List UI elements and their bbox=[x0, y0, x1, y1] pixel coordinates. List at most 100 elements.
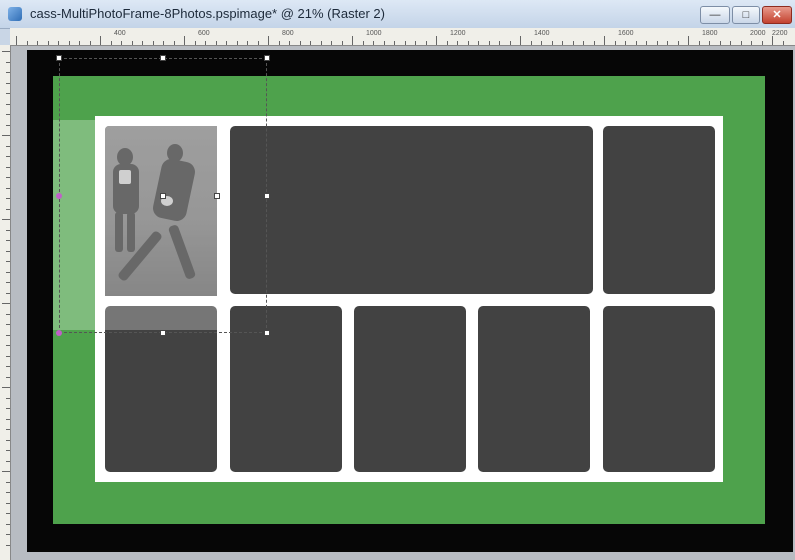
ruler-tick bbox=[321, 41, 322, 45]
resize-handle[interactable] bbox=[264, 55, 270, 61]
ruler-label: 1400 bbox=[534, 30, 550, 37]
ruler-tick bbox=[6, 513, 10, 514]
ruler-tick bbox=[6, 419, 10, 420]
close-icon: ✕ bbox=[772, 9, 782, 21]
ruler-tick bbox=[2, 303, 10, 304]
ruler-tick bbox=[489, 41, 490, 45]
ruler-tick bbox=[153, 41, 154, 45]
ruler-tick bbox=[510, 41, 511, 45]
resize-handle[interactable] bbox=[160, 55, 166, 61]
ruler-tick bbox=[447, 41, 448, 45]
ruler-tick bbox=[2, 387, 10, 388]
ruler-tick bbox=[48, 41, 49, 45]
ruler-tick bbox=[6, 272, 10, 273]
ruler-tick bbox=[625, 41, 626, 45]
ruler-tick bbox=[2, 219, 10, 220]
ruler-tick bbox=[783, 41, 784, 45]
ruler-tick bbox=[174, 41, 175, 45]
ruler-tick bbox=[6, 492, 10, 493]
maximize-button[interactable]: □ bbox=[732, 6, 760, 24]
ruler-tick bbox=[6, 240, 10, 241]
ruler-tick bbox=[268, 36, 269, 45]
canvas-workspace[interactable] bbox=[11, 46, 795, 560]
ruler-tick bbox=[6, 524, 10, 525]
ruler-tick bbox=[468, 41, 469, 45]
photo-slot-3[interactable] bbox=[603, 126, 715, 294]
resize-handle[interactable] bbox=[160, 330, 166, 336]
ruler-tick bbox=[237, 41, 238, 45]
minimize-icon: — bbox=[709, 9, 721, 21]
ruler-tick bbox=[142, 41, 143, 45]
ruler-tick bbox=[342, 41, 343, 45]
ruler-tick bbox=[6, 429, 10, 430]
resize-handle[interactable] bbox=[56, 55, 62, 61]
ruler-tick bbox=[2, 471, 10, 472]
center-handle[interactable] bbox=[160, 193, 166, 199]
rotate-handle[interactable] bbox=[56, 193, 62, 199]
ruler-tick bbox=[6, 408, 10, 409]
ruler-tick bbox=[163, 41, 164, 45]
ruler-tick bbox=[751, 41, 752, 45]
ruler-tick bbox=[573, 41, 574, 45]
title-bar: cass-MultiPhotoFrame-8Photos.pspimage* @… bbox=[0, 0, 795, 29]
ruler-tick bbox=[27, 41, 28, 45]
ruler-tick bbox=[6, 534, 10, 535]
ruler-tick bbox=[499, 41, 500, 45]
ruler-tick bbox=[195, 41, 196, 45]
ruler-tick bbox=[426, 41, 427, 45]
ruler-tick bbox=[363, 41, 364, 45]
ruler-tick bbox=[226, 41, 227, 45]
ruler-label: 800 bbox=[282, 30, 294, 37]
ruler-tick bbox=[709, 41, 710, 45]
ruler-tick bbox=[289, 41, 290, 45]
photo-slot-2[interactable] bbox=[230, 126, 593, 294]
ruler-tick bbox=[6, 156, 10, 157]
ruler-tick bbox=[562, 41, 563, 45]
ruler-tick bbox=[111, 41, 112, 45]
ruler-tick bbox=[520, 36, 521, 45]
ruler-tick bbox=[37, 41, 38, 45]
resize-handle[interactable] bbox=[264, 330, 270, 336]
ruler-tick bbox=[6, 482, 10, 483]
ruler-tick bbox=[258, 41, 259, 45]
ruler-tick bbox=[6, 324, 10, 325]
photo-slot-6[interactable] bbox=[354, 306, 466, 472]
ruler-tick bbox=[6, 293, 10, 294]
ruler-tick bbox=[6, 366, 10, 367]
ruler-tick bbox=[279, 41, 280, 45]
ruler-tick bbox=[667, 41, 668, 45]
pivot-handle[interactable] bbox=[214, 193, 220, 199]
ruler-tick bbox=[205, 41, 206, 45]
ruler-tick bbox=[531, 41, 532, 45]
resize-handle[interactable] bbox=[264, 193, 270, 199]
ruler-tick bbox=[352, 36, 353, 45]
ruler-tick bbox=[657, 41, 658, 45]
ruler-tick bbox=[300, 41, 301, 45]
ruler-tick bbox=[6, 503, 10, 504]
ruler-tick bbox=[100, 36, 101, 45]
ruler-tick bbox=[6, 146, 10, 147]
minimize-button[interactable]: — bbox=[700, 6, 730, 24]
ruler-tick bbox=[6, 450, 10, 451]
ruler-label: 600 bbox=[198, 30, 210, 37]
ruler-tick bbox=[6, 93, 10, 94]
rotate-handle[interactable] bbox=[56, 330, 62, 336]
ruler-tick bbox=[6, 440, 10, 441]
close-button[interactable]: ✕ bbox=[762, 6, 792, 24]
ruler-tick bbox=[184, 36, 185, 45]
ruler-label: 400 bbox=[114, 30, 126, 37]
ruler-tick bbox=[762, 41, 763, 45]
ruler-label: 2200 bbox=[772, 30, 788, 37]
ruler-tick bbox=[384, 41, 385, 45]
ruler-tick bbox=[6, 104, 10, 105]
ruler-tick bbox=[541, 41, 542, 45]
maximize-icon: □ bbox=[742, 9, 750, 21]
ruler-tick bbox=[678, 41, 679, 45]
ruler-tick bbox=[6, 461, 10, 462]
ruler-tick bbox=[6, 167, 10, 168]
ruler-tick bbox=[216, 41, 217, 45]
photo-slot-7[interactable] bbox=[478, 306, 590, 472]
ruler-tick bbox=[405, 41, 406, 45]
ruler-tick bbox=[583, 41, 584, 45]
photo-slot-8[interactable] bbox=[603, 306, 715, 472]
